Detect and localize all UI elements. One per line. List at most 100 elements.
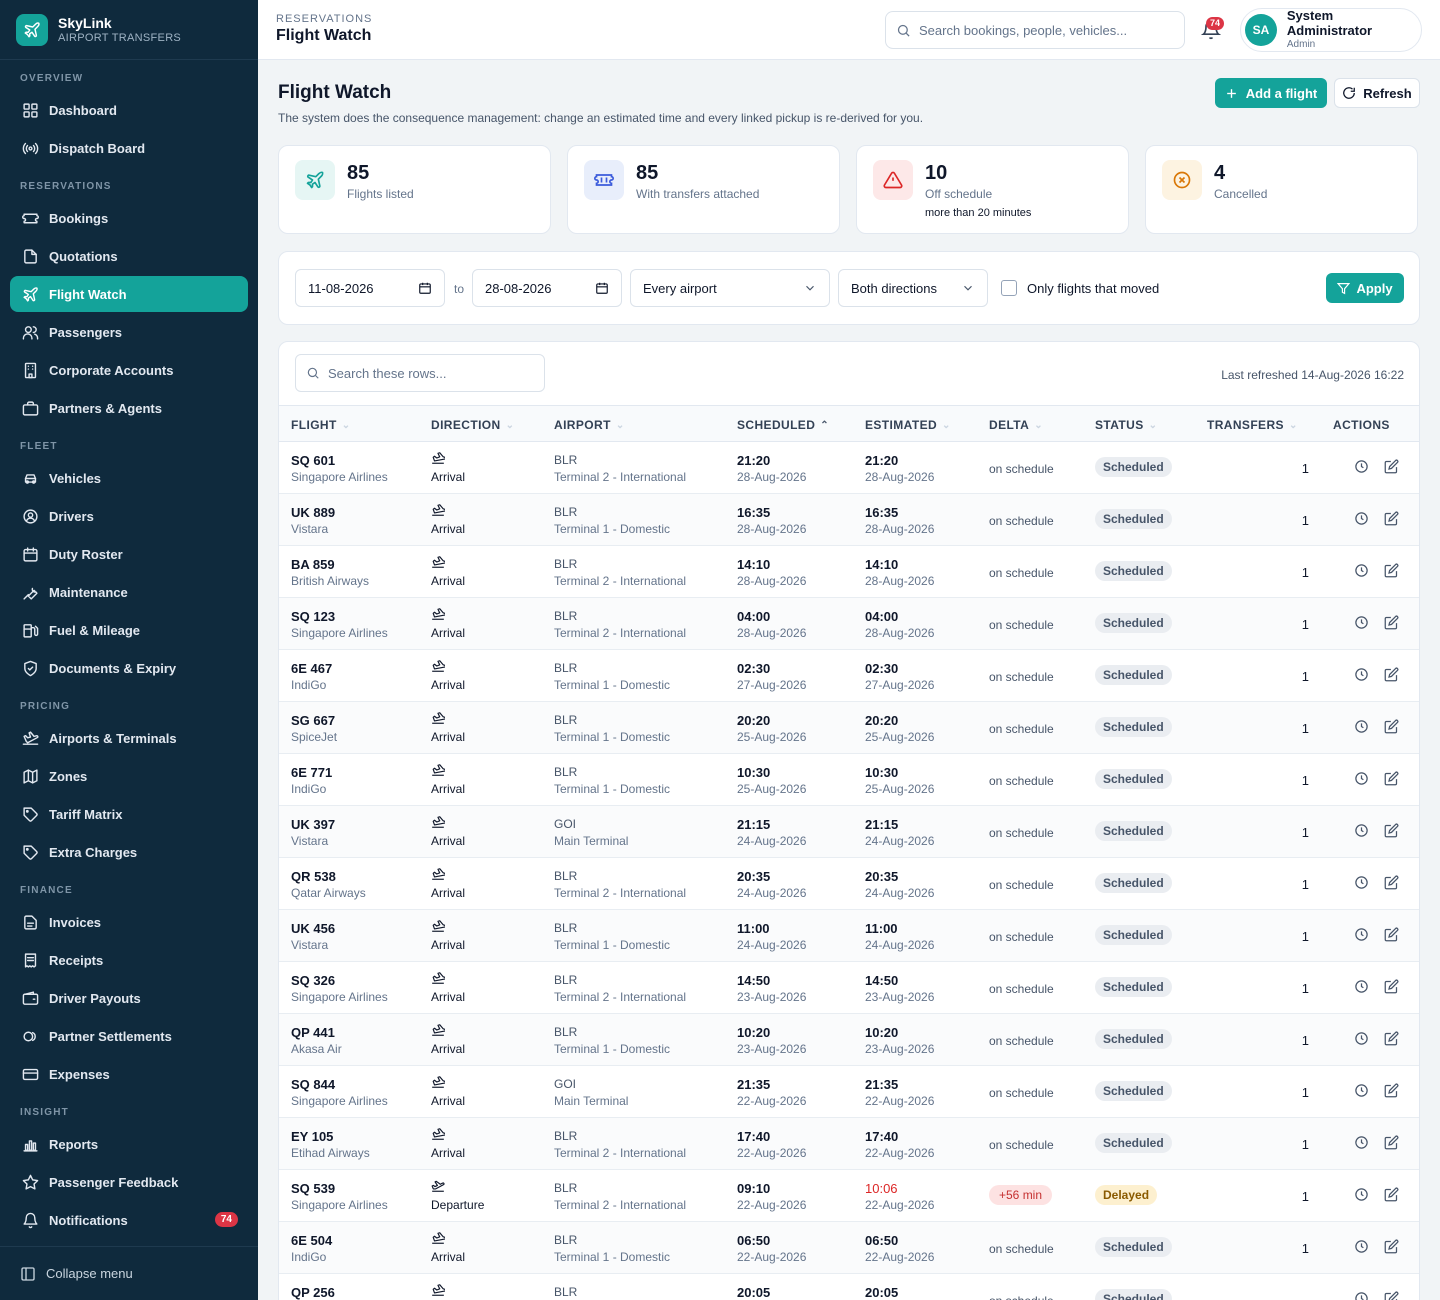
sidebar-item-extra-charges[interactable]: Extra Charges — [10, 834, 248, 870]
column-header-transfers[interactable]: TRANSFERS ⌄ — [1207, 418, 1298, 432]
sidebar-item-fuel-mileage[interactable]: Fuel & Mileage — [10, 612, 248, 648]
edit-icon[interactable] — [1384, 459, 1399, 474]
edit-icon[interactable] — [1384, 615, 1399, 630]
sidebar-item-reports[interactable]: Reports — [10, 1126, 248, 1162]
history-clock-icon[interactable] — [1354, 1031, 1369, 1046]
history-clock-icon[interactable] — [1354, 927, 1369, 942]
calendar-icon[interactable] — [595, 281, 609, 295]
sidebar-item-quotations[interactable]: Quotations — [10, 238, 248, 274]
column-header-status[interactable]: STATUS ⌄ — [1095, 418, 1157, 432]
sidebar-item-tariff-matrix[interactable]: Tariff Matrix — [10, 796, 248, 832]
history-clock-icon[interactable] — [1354, 1291, 1369, 1300]
history-clock-icon[interactable] — [1354, 1083, 1369, 1098]
edit-icon[interactable] — [1384, 875, 1399, 890]
sidebar-item-expenses[interactable]: Expenses — [10, 1056, 248, 1092]
history-clock-icon[interactable] — [1354, 823, 1369, 838]
sidebar-item-zones[interactable]: Zones — [10, 758, 248, 794]
history-clock-icon[interactable] — [1354, 771, 1369, 786]
edit-icon[interactable] — [1384, 511, 1399, 526]
history-clock-icon[interactable] — [1354, 563, 1369, 578]
airport-select[interactable]: Every airport — [630, 269, 830, 307]
edit-icon[interactable] — [1384, 1083, 1399, 1098]
history-clock-icon[interactable] — [1354, 615, 1369, 630]
sidebar-item-passenger-feedback[interactable]: Passenger Feedback — [10, 1164, 248, 1200]
table-row[interactable]: SQ 123 Singapore Airlines Arrival BLR Termin… — [279, 598, 1419, 650]
edit-icon[interactable] — [1384, 667, 1399, 682]
refresh-button[interactable]: Refresh — [1334, 78, 1420, 108]
sidebar-item-corporate-accounts[interactable]: Corporate Accounts — [10, 352, 248, 388]
column-header-delta[interactable]: DELTA ⌄ — [989, 418, 1043, 432]
edit-icon[interactable] — [1384, 823, 1399, 838]
table-row[interactable]: EY 105 Etihad Airways Arrival BLR Terminal 2… — [279, 1118, 1419, 1170]
edit-icon[interactable] — [1384, 719, 1399, 734]
global-search-input[interactable] — [919, 22, 1169, 38]
edit-icon[interactable] — [1384, 979, 1399, 994]
table-row[interactable]: QP 256 BLR 20:05 20:05 on schedule Scheduled — [279, 1274, 1419, 1300]
sidebar-item-maintenance[interactable]: Maintenance — [10, 574, 248, 610]
table-search[interactable] — [295, 354, 545, 392]
table-row[interactable]: QP 441 Akasa Air Arrival BLR Terminal 1 - Do… — [279, 1014, 1419, 1066]
history-clock-icon[interactable] — [1354, 1239, 1369, 1254]
date-from-field[interactable]: 11-08-2026 — [295, 269, 445, 307]
sidebar-item-bookings[interactable]: Bookings — [10, 200, 248, 236]
sidebar-item-airports-terminals[interactable]: Airports & Terminals — [10, 720, 248, 756]
table-row[interactable]: SQ 326 Singapore Airlines Arrival BLR Termin… — [279, 962, 1419, 1014]
history-clock-icon[interactable] — [1354, 459, 1369, 474]
table-row[interactable]: UK 889 Vistara Arrival BLR Terminal 1 - Dome… — [279, 494, 1419, 546]
calendar-icon[interactable] — [418, 281, 432, 295]
sidebar-item-flight-watch[interactable]: Flight Watch — [10, 276, 248, 312]
edit-icon[interactable] — [1384, 771, 1399, 786]
add-flight-button[interactable]: Add a flight — [1215, 78, 1327, 108]
history-clock-icon[interactable] — [1354, 719, 1369, 734]
date-to-field[interactable]: 28-08-2026 — [472, 269, 622, 307]
global-search[interactable] — [885, 11, 1185, 49]
sidebar-item-dashboard[interactable]: Dashboard — [10, 92, 248, 128]
edit-icon[interactable] — [1384, 1031, 1399, 1046]
user-menu[interactable]: SA System Administrator Admin — [1240, 8, 1422, 52]
edit-icon[interactable] — [1384, 1239, 1399, 1254]
moved-only-label[interactable]: Only flights that moved — [1027, 281, 1159, 296]
edit-icon[interactable] — [1384, 1135, 1399, 1150]
table-row[interactable]: QR 538 Qatar Airways Arrival BLR Terminal 2 … — [279, 858, 1419, 910]
collapse-menu-button[interactable]: Collapse menu — [0, 1246, 258, 1300]
column-header-scheduled[interactable]: SCHEDULED ⌃ — [737, 418, 829, 432]
edit-icon[interactable] — [1384, 1291, 1399, 1300]
table-search-input[interactable] — [328, 365, 528, 381]
sidebar-item-notifications[interactable]: Notifications 74 — [10, 1202, 248, 1238]
sidebar-item-vehicles[interactable]: Vehicles — [10, 460, 248, 496]
history-clock-icon[interactable] — [1354, 1135, 1369, 1150]
sidebar-item-receipts[interactable]: Receipts — [10, 942, 248, 978]
moved-only-checkbox[interactable] — [1001, 280, 1017, 296]
brand[interactable]: SkyLink AIRPORT TRANSFERS — [0, 0, 258, 60]
sidebar-item-duty-roster[interactable]: Duty Roster — [10, 536, 248, 572]
column-header-flight[interactable]: FLIGHT ⌄ — [291, 418, 351, 432]
edit-icon[interactable] — [1384, 563, 1399, 578]
table-row[interactable]: UK 397 Vistara Arrival GOI Main Terminal 21:1… — [279, 806, 1419, 858]
sidebar-item-invoices[interactable]: Invoices — [10, 904, 248, 940]
sidebar-item-dispatch-board[interactable]: Dispatch Board — [10, 130, 248, 166]
column-header-airport[interactable]: AIRPORT ⌄ — [554, 418, 625, 432]
edit-icon[interactable] — [1384, 1187, 1399, 1202]
sidebar-item-partner-settlements[interactable]: Partner Settlements — [10, 1018, 248, 1054]
history-clock-icon[interactable] — [1354, 875, 1369, 890]
column-header-estimated[interactable]: ESTIMATED ⌄ — [865, 418, 951, 432]
history-clock-icon[interactable] — [1354, 667, 1369, 682]
table-row[interactable]: SQ 601 Singapore Airlines Arrival BLR Termin… — [279, 442, 1419, 494]
apply-button[interactable]: Apply — [1326, 273, 1404, 303]
table-row[interactable]: UK 456 Vistara Arrival BLR Terminal 1 - Dome… — [279, 910, 1419, 962]
history-clock-icon[interactable] — [1354, 511, 1369, 526]
history-clock-icon[interactable] — [1354, 1187, 1369, 1202]
sidebar-item-passengers[interactable]: Passengers — [10, 314, 248, 350]
sidebar-item-documents-expiry[interactable]: Documents & Expiry — [10, 650, 248, 686]
table-row[interactable]: SG 667 SpiceJet Arrival BLR Terminal 1 - Dom… — [279, 702, 1419, 754]
table-row[interactable]: BA 859 British Airways Arrival BLR Terminal … — [279, 546, 1419, 598]
table-row[interactable]: 6E 771 IndiGo Arrival BLR Terminal 1 - Domes… — [279, 754, 1419, 806]
sidebar-item-driver-payouts[interactable]: Driver Payouts — [10, 980, 248, 1016]
table-row[interactable]: SQ 539 Singapore Airlines Departure BLR Term… — [279, 1170, 1419, 1222]
table-row[interactable]: 6E 504 IndiGo Arrival BLR Terminal 1 - Domes… — [279, 1222, 1419, 1274]
column-header-direction[interactable]: DIRECTION ⌄ — [431, 418, 514, 432]
sidebar-item-partners-agents[interactable]: Partners & Agents — [10, 390, 248, 426]
table-row[interactable]: 6E 467 IndiGo Arrival BLR Terminal 1 - Domes… — [279, 650, 1419, 702]
breadcrumb[interactable]: RESERVATIONS — [276, 13, 372, 25]
table-row[interactable]: SQ 844 Singapore Airlines Arrival GOI Main T… — [279, 1066, 1419, 1118]
